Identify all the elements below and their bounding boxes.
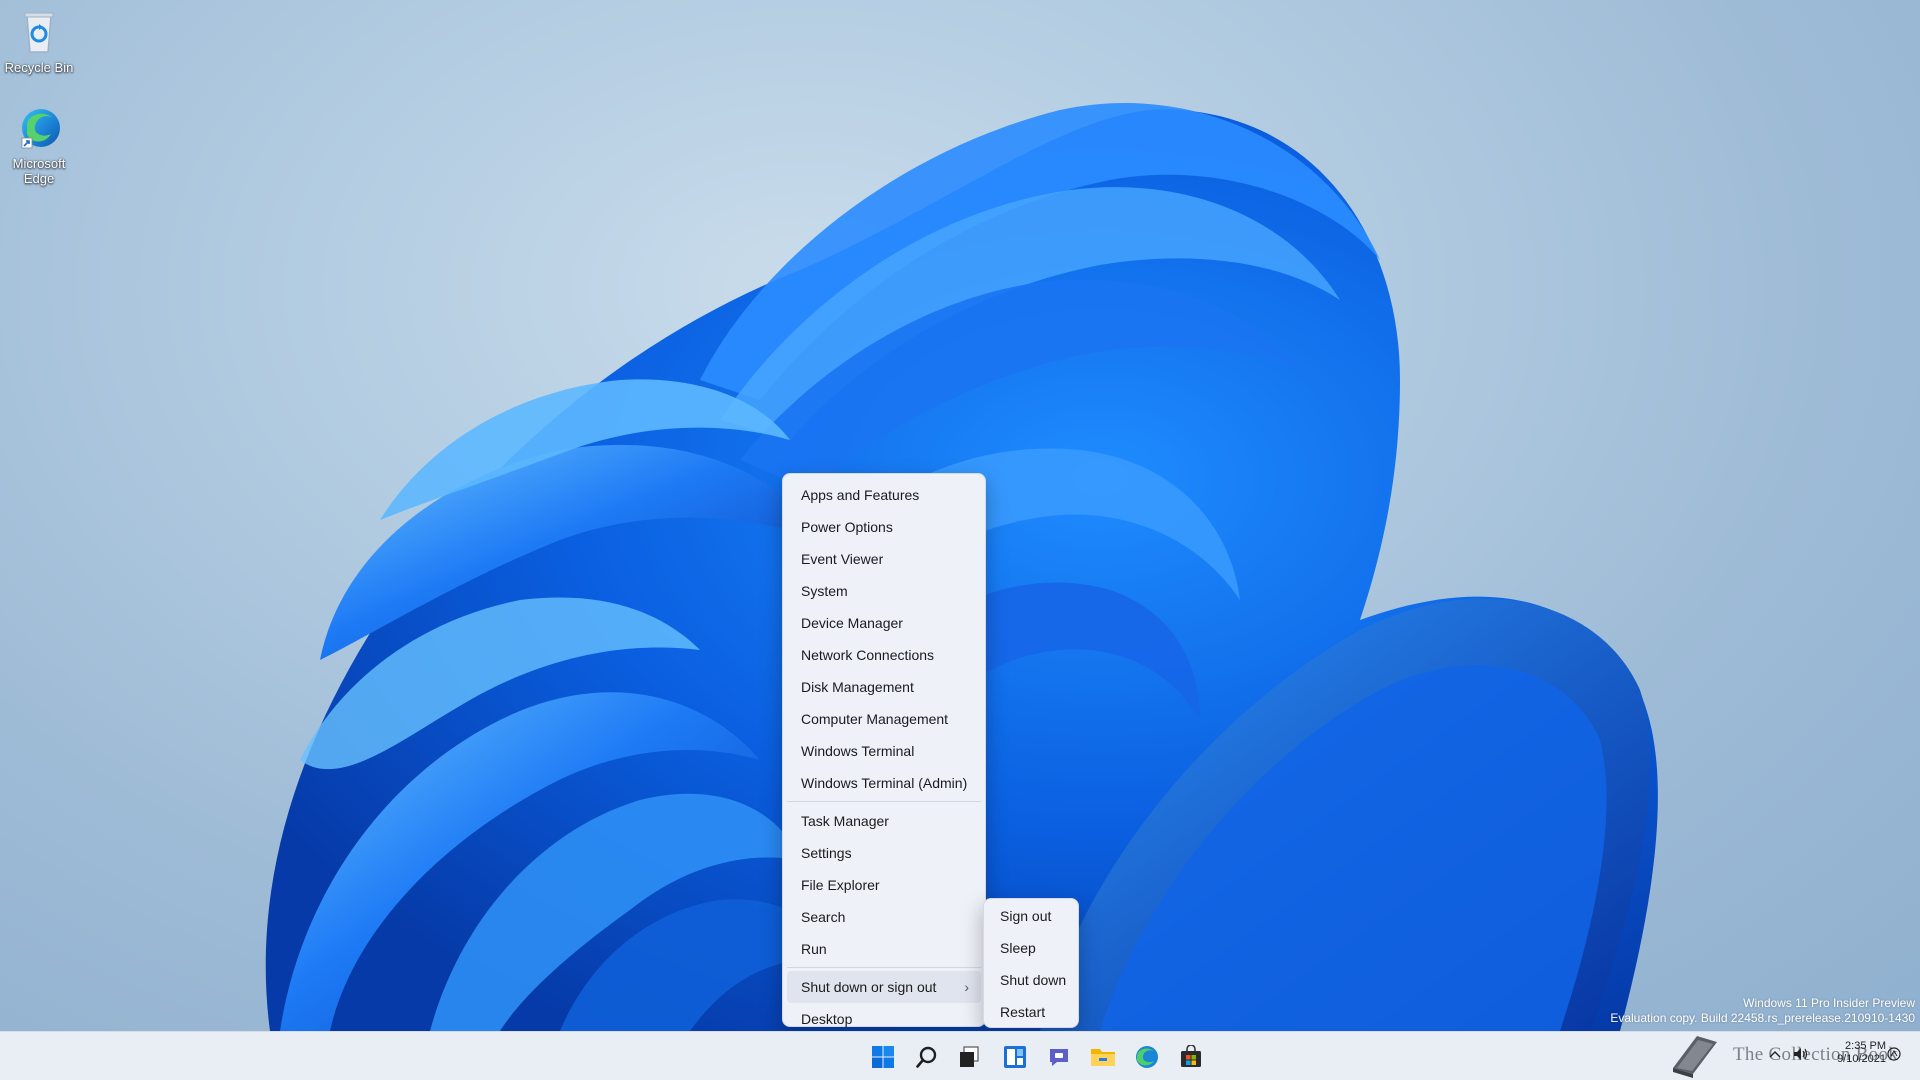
menu-separator [787,967,981,968]
chevron-right-icon: › [964,979,969,995]
chevron-up-icon[interactable] [1768,1048,1782,1062]
taskbar-clock[interactable]: 2:35 PM 9/10/2021 [1837,1040,1886,1066]
book-logo-icon [1673,1036,1717,1078]
recycle-bin-icon [15,8,63,56]
task-view-button[interactable] [951,1038,989,1076]
menu-item-file-explorer[interactable]: File Explorer [787,869,981,901]
clock-time: 2:35 PM [1845,1040,1886,1052]
file-explorer-button[interactable] [1084,1038,1122,1076]
search-button[interactable] [908,1038,946,1076]
task-view-icon [960,1046,979,1067]
desktop-icon-microsoft-edge[interactable]: Microsoft Edge [0,104,78,186]
desktop-icon-label: Recycle Bin [4,60,74,75]
menu-item-disk-management[interactable]: Disk Management [787,671,981,703]
store-button[interactable] [1172,1038,1210,1076]
menu-item-label: Shut down or sign out [801,979,937,995]
widgets-button[interactable] [996,1038,1034,1076]
edge-icon [15,104,63,152]
store-icon [1181,1045,1201,1067]
menu-item-settings[interactable]: Settings [787,837,981,869]
menu-item-search[interactable]: Search [787,901,981,933]
shutdown-submenu: Sign out Sleep Shut down Restart [983,898,1079,1028]
menu-item-device-manager[interactable]: Device Manager [787,607,981,639]
submenu-item-shut-down[interactable]: Shut down [987,964,1075,996]
widgets-icon [1004,1046,1026,1068]
desktop-icon-label: Microsoft [12,156,66,171]
menu-item-computer-management[interactable]: Computer Management [787,703,981,735]
volume-icon[interactable] [1792,1046,1810,1062]
start-icon [872,1046,894,1068]
menu-item-network-connections[interactable]: Network Connections [787,639,981,671]
menu-item-apps-and-features[interactable]: Apps and Features [787,479,981,511]
menu-item-system[interactable]: System [787,575,981,607]
file-explorer-icon [1091,1049,1115,1066]
evaluation-watermark: Windows 11 Pro Insider Preview Evaluatio… [1610,996,1915,1026]
submenu-item-sign-out[interactable]: Sign out [987,900,1075,932]
winx-context-menu: Apps and Features Power Options Event Vi… [782,473,986,1027]
start-button[interactable] [864,1038,902,1076]
menu-item-windows-terminal-admin[interactable]: Windows Terminal (Admin) [787,767,981,799]
chat-button[interactable] [1040,1038,1078,1076]
menu-item-event-viewer[interactable]: Event Viewer [787,543,981,575]
search-icon [916,1046,937,1068]
watermark-line1: Windows 11 Pro Insider Preview [1743,996,1915,1010]
taskbar [0,1031,1920,1080]
watermark-line2: Evaluation copy. Build 22458.rs_prerelea… [1610,1011,1915,1025]
submenu-item-sleep[interactable]: Sleep [987,932,1075,964]
menu-item-run[interactable]: Run [787,933,981,965]
edge-taskbar-button[interactable] [1128,1038,1166,1076]
desktop-icon-recycle-bin[interactable]: Recycle Bin [0,8,78,75]
notifications-icon[interactable] [1886,1046,1902,1062]
teams-chat-icon [1050,1049,1068,1066]
menu-item-shut-down-or-sign-out[interactable]: Shut down or sign out › [787,971,981,1003]
menu-item-task-manager[interactable]: Task Manager [787,805,981,837]
submenu-item-restart[interactable]: Restart [987,996,1075,1028]
clock-date: 9/10/2021 [1837,1053,1886,1065]
menu-item-power-options[interactable]: Power Options [787,511,981,543]
menu-item-windows-terminal[interactable]: Windows Terminal [787,735,981,767]
menu-separator [787,801,981,802]
desktop-icon-label: Edge [23,171,55,186]
edge-icon [1136,1046,1158,1068]
